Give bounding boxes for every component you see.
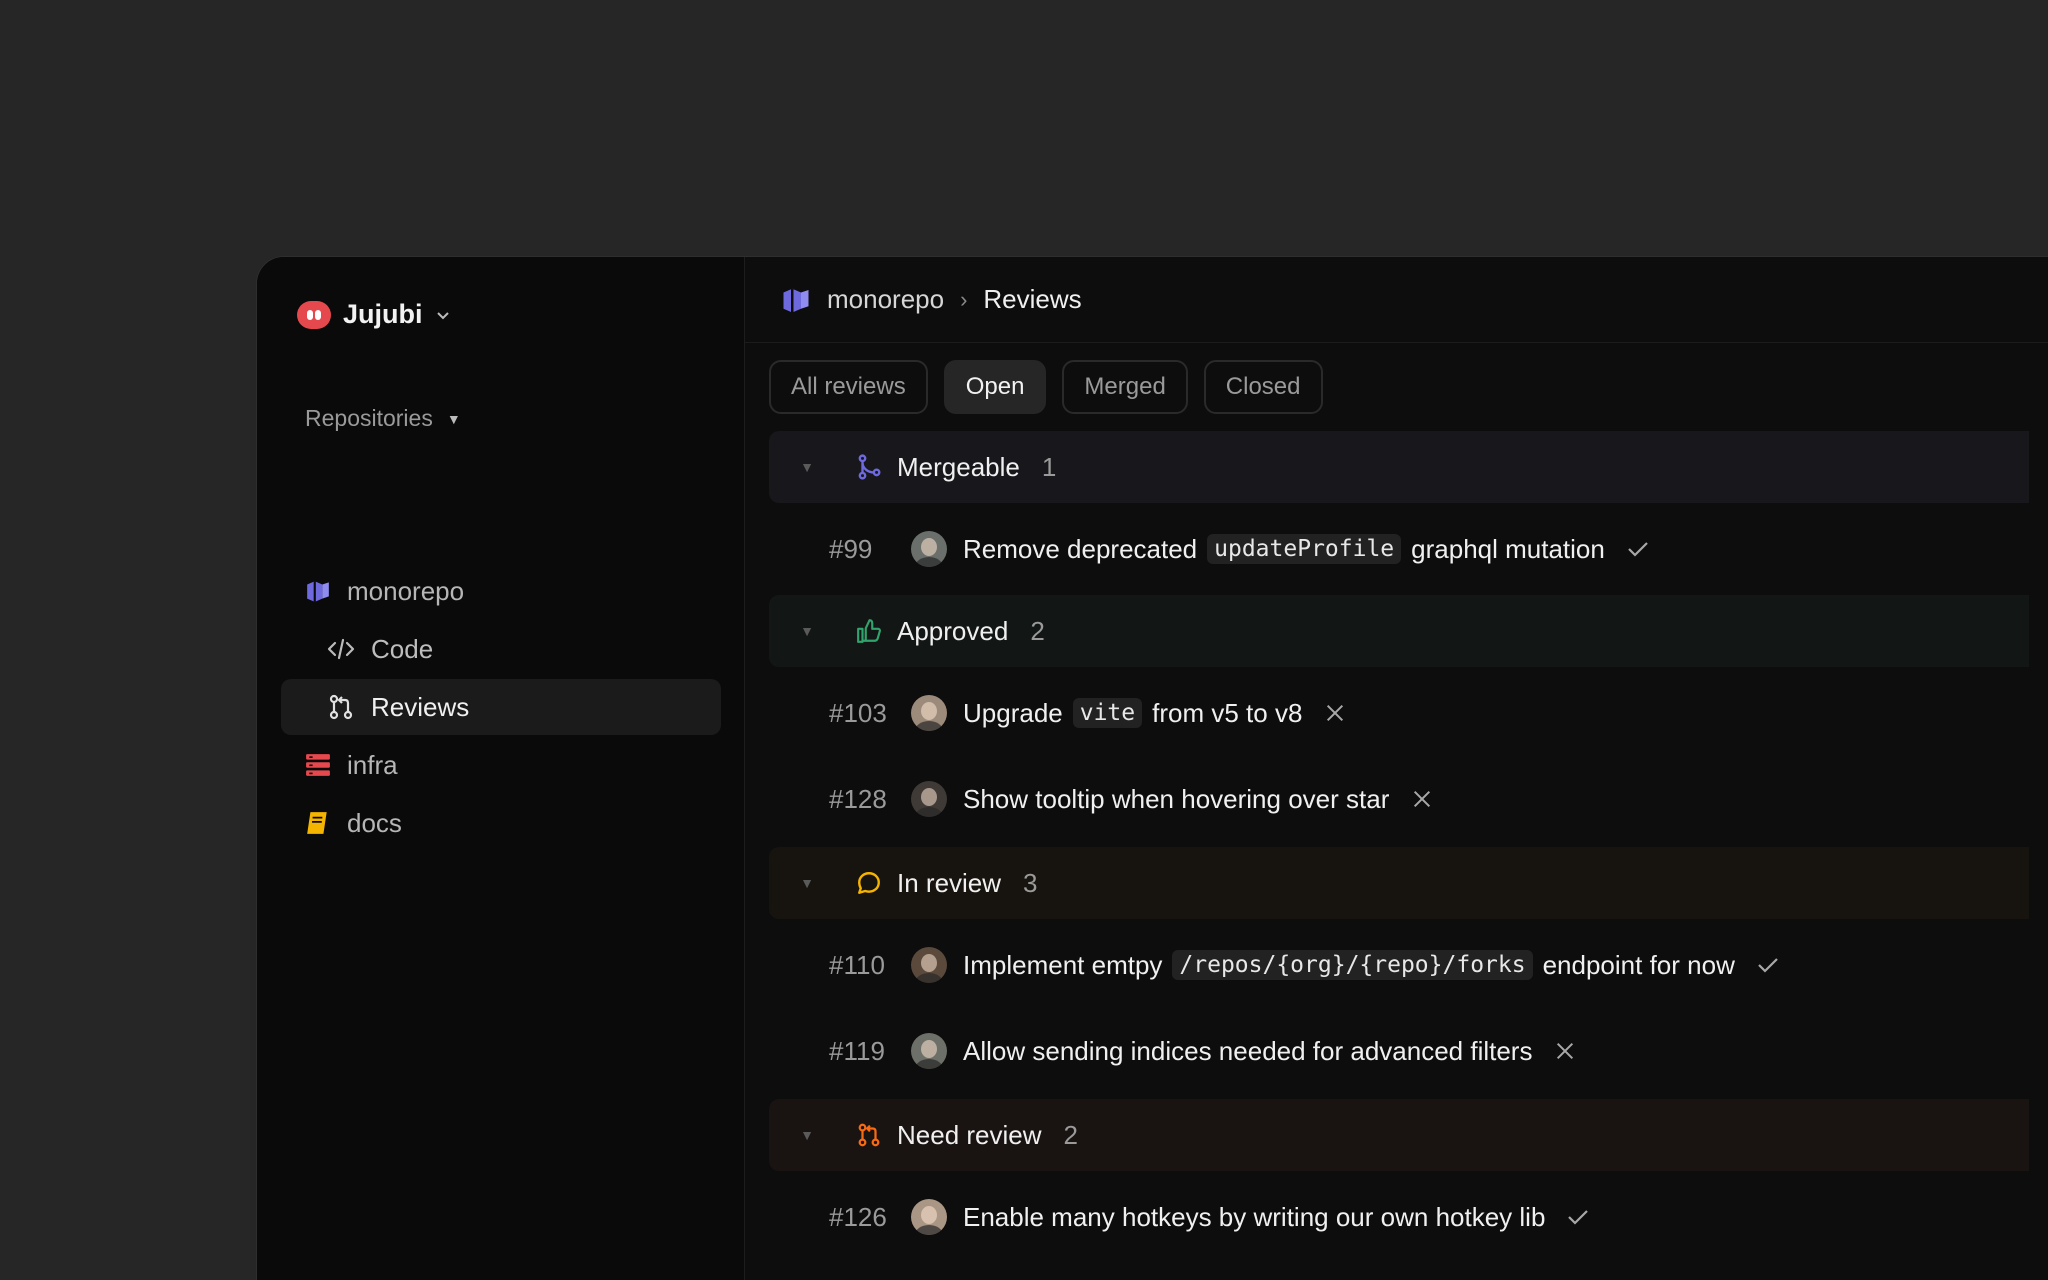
box-icon xyxy=(783,288,809,312)
server-icon xyxy=(306,754,330,776)
sidebar-item-code[interactable]: Code xyxy=(281,621,721,677)
group-count: 2 xyxy=(1030,615,1045,646)
avatar xyxy=(911,1199,947,1235)
review-row[interactable]: #128 Show tooltip when hovering over sta… xyxy=(769,759,2029,839)
review-title-text: endpoint for now xyxy=(1542,949,1735,980)
main-panel: monorepo › Reviews All reviews Open Merg… xyxy=(745,257,2048,1280)
box-icon xyxy=(307,581,329,602)
avatar xyxy=(911,781,947,817)
code-icon xyxy=(327,638,355,660)
review-title: Implement emtpy /repos/{org}/{repo}/fork… xyxy=(963,950,1735,981)
group-header-need-review[interactable]: ▼ Need review 2 xyxy=(769,1099,2029,1171)
review-title-code: vite xyxy=(1072,698,1143,728)
review-title-text: Upgrade xyxy=(963,697,1063,728)
pull-request-icon xyxy=(855,1121,883,1149)
sidebar-item-reviews[interactable]: Reviews xyxy=(281,679,721,735)
book-icon xyxy=(307,812,327,834)
group-name: Approved xyxy=(897,615,1009,646)
check-icon xyxy=(1565,1204,1591,1230)
review-number: #110 xyxy=(829,949,885,980)
collapse-caret-icon: ▼ xyxy=(800,1127,814,1143)
group-name: Need review xyxy=(897,1119,1042,1150)
group-count: 3 xyxy=(1023,867,1038,898)
sidebar-item-label: infra xyxy=(347,749,398,780)
x-icon xyxy=(1409,786,1435,812)
review-row[interactable]: #110 Implement emtpy /repos/{org}/{repo}… xyxy=(769,925,2029,1005)
review-row[interactable]: #126 Enable many hotkeys by writing our … xyxy=(769,1177,2029,1257)
tab-all-reviews[interactable]: All reviews xyxy=(769,360,928,414)
review-number: #119 xyxy=(829,1035,885,1066)
review-title: Enable many hotkeys by writing our own h… xyxy=(963,1202,1545,1233)
review-title-code: updateProfile xyxy=(1207,534,1402,564)
tab-merged[interactable]: Merged xyxy=(1062,360,1188,414)
collapse-caret-icon: ▼ xyxy=(800,623,814,639)
tab-closed[interactable]: Closed xyxy=(1203,360,1323,414)
avatar xyxy=(911,1033,947,1069)
app-window: Jujubi Repositories ▼ monorepo Code Revi… xyxy=(256,256,2048,1280)
review-number: #126 xyxy=(829,1201,887,1232)
review-row[interactable]: #103 Upgrade vite from v5 to v8 xyxy=(769,673,2029,753)
check-icon xyxy=(1755,952,1781,978)
pull-request-icon xyxy=(329,694,353,720)
sidebar-item-label: monorepo xyxy=(347,575,465,606)
x-icon xyxy=(1322,700,1348,726)
tab-open[interactable]: Open xyxy=(943,360,1047,414)
merge-icon xyxy=(855,453,883,481)
review-title-text: graphql mutation xyxy=(1411,533,1605,564)
repositories-section-toggle[interactable]: Repositories ▼ xyxy=(305,405,461,432)
review-title: Show tooltip when hovering over star xyxy=(963,784,1389,815)
review-title-text: Allow sending indices needed for advance… xyxy=(963,1035,1533,1066)
sidebar: Jujubi Repositories ▼ monorepo Code Revi… xyxy=(257,257,745,1280)
sidebar-item-docs[interactable]: docs xyxy=(281,795,721,851)
workspace-name: Jujubi xyxy=(343,299,423,329)
review-title: Upgrade vite from v5 to v8 xyxy=(963,698,1302,729)
collapse-caret-icon: ▼ xyxy=(800,875,814,891)
review-number: #128 xyxy=(829,783,887,814)
group-count: 1 xyxy=(1041,451,1057,482)
comment-icon xyxy=(855,869,883,897)
review-title-text: from v5 to v8 xyxy=(1152,697,1303,728)
review-title: Allow sending indices needed for advance… xyxy=(963,1036,1532,1067)
collapse-caret-icon: ▼ xyxy=(800,459,814,475)
group-name: In review xyxy=(897,867,1002,898)
page-title: Reviews xyxy=(983,284,1082,314)
sidebar-item-label: Reviews xyxy=(371,691,470,722)
chevron-down-icon xyxy=(436,311,449,319)
breadcrumb: monorepo › Reviews xyxy=(745,257,2048,343)
review-row[interactable]: #119 Allow sending indices needed for ad… xyxy=(769,1011,2029,1091)
review-title-text: Implement emtpy xyxy=(963,949,1163,980)
group-header-mergeable[interactable]: ▼ Mergeable 1 xyxy=(769,431,2029,503)
review-title-text: Show tooltip when hovering over star xyxy=(963,783,1390,814)
review-title-text: Enable many hotkeys by writing our own h… xyxy=(963,1201,1546,1232)
workspace-switcher[interactable]: Jujubi xyxy=(297,299,451,330)
review-number: #99 xyxy=(829,533,873,564)
avatar xyxy=(911,947,947,983)
sidebar-item-label: Code xyxy=(371,633,434,664)
review-row[interactable]: #99 Remove deprecated updateProfile grap… xyxy=(769,509,2029,589)
thumbs-up-icon xyxy=(855,617,883,645)
review-title: Remove deprecated updateProfile graphql … xyxy=(963,534,1605,565)
caret-down-icon: ▼ xyxy=(446,410,461,427)
x-icon xyxy=(1552,1038,1578,1064)
review-title-text: Remove deprecated xyxy=(963,533,1198,564)
group-name: Mergeable xyxy=(897,451,1020,482)
review-title-code: /repos/{org}/{repo}/forks xyxy=(1172,950,1533,980)
avatar xyxy=(911,695,947,731)
sidebar-item-infra[interactable]: infra xyxy=(281,737,721,793)
breadcrumb-separator: › xyxy=(960,286,968,312)
sidebar-item-label: docs xyxy=(347,807,402,838)
check-icon xyxy=(1625,536,1651,562)
group-header-approved[interactable]: ▼ Approved 2 xyxy=(769,595,2029,667)
avatar xyxy=(911,531,947,567)
sidebar-item-monorepo[interactable]: monorepo xyxy=(281,563,721,619)
group-count: 2 xyxy=(1063,1119,1078,1150)
review-number: #103 xyxy=(829,697,887,728)
breadcrumb-repo-link[interactable]: monorepo xyxy=(827,284,944,315)
workspace-logo-icon xyxy=(297,300,331,329)
group-header-in-review[interactable]: ▼ In review 3 xyxy=(769,847,2029,919)
section-label: Repositories xyxy=(305,405,433,431)
filter-tabs: All reviews Open Merged Closed xyxy=(769,360,1323,414)
